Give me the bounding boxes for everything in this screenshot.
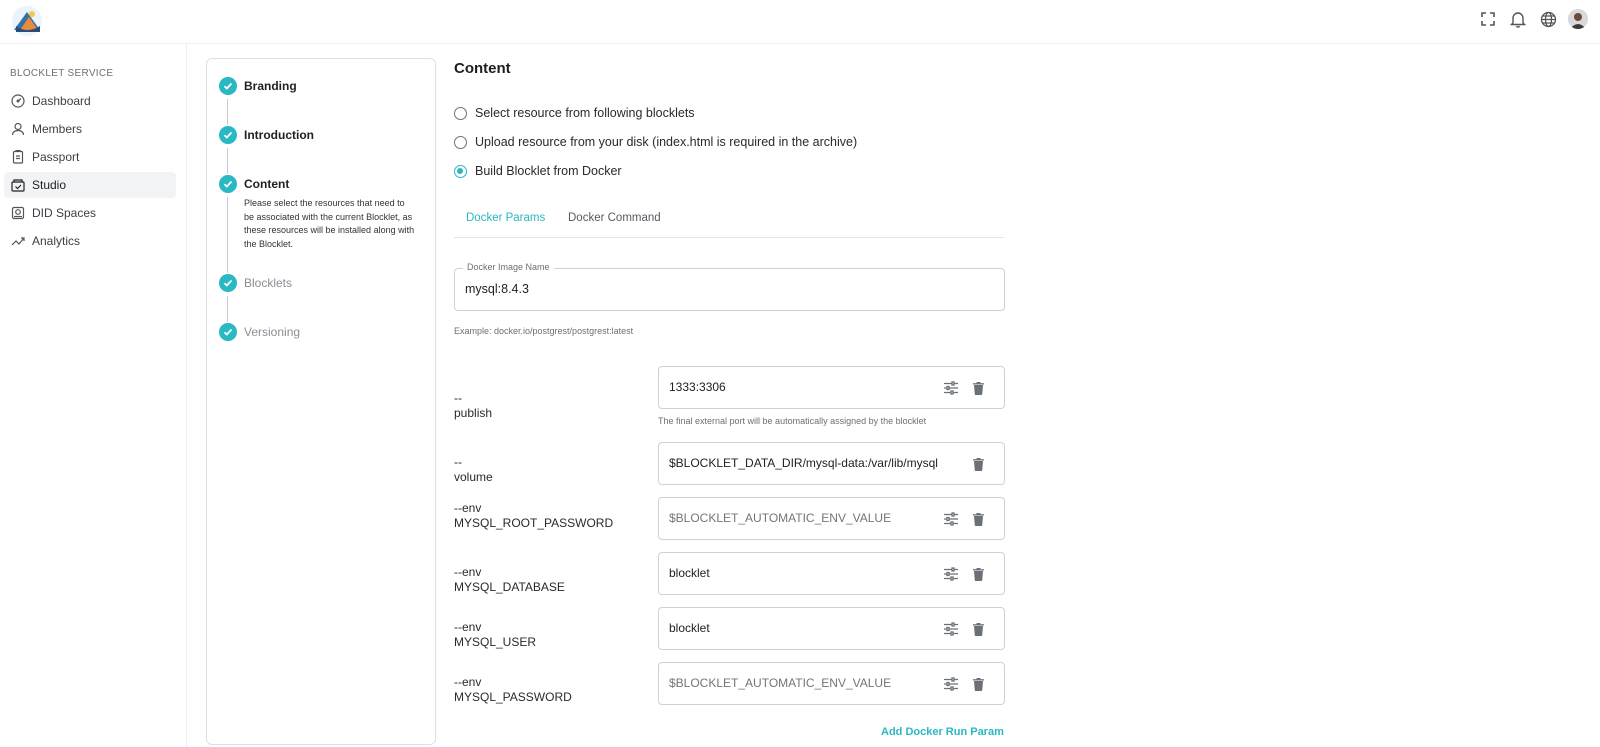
param-label-database: --env MYSQL_DATABASE (454, 565, 565, 594)
check-icon (219, 175, 237, 193)
analytics-icon (11, 234, 25, 248)
sidebar-item-label: DID Spaces (32, 206, 97, 220)
globe-icon[interactable] (1538, 9, 1558, 29)
param-field-volume[interactable] (658, 442, 1005, 485)
fullscreen-icon[interactable] (1478, 9, 1498, 29)
step-description: Please select the resources that need to… (244, 198, 415, 249)
param-field-database[interactable] (658, 552, 1005, 595)
param-input-publish[interactable] (669, 380, 949, 394)
trash-icon[interactable] (969, 379, 987, 397)
step-label: Branding (244, 79, 297, 93)
did-spaces-icon (11, 206, 25, 220)
sidebar-item-passport[interactable]: Passport (4, 144, 176, 170)
radio-button[interactable] (454, 106, 467, 120)
param-label-user: --env MYSQL_USER (454, 620, 537, 649)
param-label-root-password: --env MYSQL_ROOT_PASSWORD (454, 501, 614, 530)
param-field-user[interactable] (658, 607, 1005, 650)
step-label: Content (244, 177, 290, 191)
radio-button[interactable] (454, 135, 467, 149)
publish-helper-text: The final external port will be automati… (658, 416, 927, 426)
sidebar-item-label: Passport (32, 150, 80, 164)
dashboard-icon (11, 94, 25, 108)
param-input-user[interactable] (669, 621, 949, 635)
settings-sliders-icon[interactable] (942, 620, 960, 638)
passport-icon (11, 150, 25, 164)
bell-icon[interactable] (1508, 9, 1528, 29)
param-label-password: --env MYSQL_PASSWORD (454, 675, 572, 704)
blocklet-logo[interactable] (10, 4, 44, 38)
add-docker-run-param-button[interactable]: Add Docker Run Param (881, 726, 1004, 738)
docker-image-field[interactable]: Docker Image Name (454, 262, 1005, 311)
sidebar-item-did-spaces[interactable]: DID Spaces (4, 200, 176, 226)
sidebar-item-analytics[interactable]: Analytics (4, 228, 176, 254)
user-icon (11, 122, 25, 136)
option-label: Upload resource from your disk (index.ht… (475, 135, 858, 149)
check-icon (219, 323, 237, 341)
step-label: Versioning (244, 325, 301, 339)
sidebar-nav: Dashboard Members Passport Studio DID Sp… (4, 88, 176, 256)
field-label: Docker Image Name (463, 262, 554, 272)
trash-icon[interactable] (969, 565, 987, 583)
sidebar: BLOCKLET SERVICE Dashboard Members Passp… (0, 44, 187, 747)
sidebar-item-members[interactable]: Members (4, 116, 176, 142)
step-connector (227, 296, 228, 322)
param-input-password[interactable] (669, 676, 949, 690)
page-title: Content (454, 60, 511, 77)
step-connector (227, 197, 228, 273)
step-label: Blocklets (244, 276, 293, 290)
trash-icon[interactable] (969, 455, 987, 473)
param-input-root-password[interactable] (669, 511, 949, 525)
option-label: Build Blocklet from Docker (475, 164, 622, 178)
top-bar (0, 0, 1600, 44)
sidebar-item-label: Members (32, 122, 83, 136)
sidebar-item-label: Studio (32, 178, 67, 192)
studio-icon (11, 178, 25, 192)
settings-sliders-icon[interactable] (942, 565, 960, 583)
step-label: Introduction (244, 128, 314, 142)
option-label: Select resource from following blocklets (475, 106, 695, 120)
tab-docker-params[interactable]: Docker Params (466, 212, 545, 224)
settings-sliders-icon[interactable] (942, 510, 960, 528)
option-select-blocklets[interactable]: Select resource from following blocklets (454, 106, 695, 120)
tab-docker-command[interactable]: Docker Command (568, 212, 661, 224)
stepper: Branding Introduction Content Please sel… (206, 58, 436, 745)
docker-image-hint: Example: docker.io/postgrest/postgrest:l… (454, 326, 634, 336)
settings-sliders-icon[interactable] (942, 675, 960, 693)
param-field-publish[interactable] (658, 366, 1005, 409)
param-label-volume: --volume (454, 455, 493, 484)
param-label-publish: --publish (454, 391, 493, 420)
step-connector (227, 99, 228, 125)
param-input-volume[interactable] (669, 456, 969, 470)
param-field-password[interactable] (658, 662, 1005, 705)
param-input-database[interactable] (669, 566, 949, 580)
docker-image-input[interactable] (465, 282, 985, 296)
step-connector (227, 148, 228, 174)
option-upload-disk[interactable]: Upload resource from your disk (index.ht… (454, 135, 857, 149)
avatar[interactable] (1568, 9, 1588, 29)
check-icon (219, 126, 237, 144)
check-icon (219, 77, 237, 95)
trash-icon[interactable] (969, 510, 987, 528)
docker-tabs: Docker Params Docker Command (454, 206, 1004, 238)
sidebar-item-dashboard[interactable]: Dashboard (4, 88, 176, 114)
trash-icon[interactable] (969, 620, 987, 638)
sidebar-item-label: Analytics (32, 234, 81, 248)
settings-sliders-icon[interactable] (942, 379, 960, 397)
sidebar-item-label: Dashboard (32, 94, 91, 108)
check-icon (219, 274, 237, 292)
trash-icon[interactable] (969, 675, 987, 693)
option-build-docker[interactable]: Build Blocklet from Docker (454, 164, 622, 178)
sidebar-heading: BLOCKLET SERVICE (10, 68, 114, 79)
sidebar-item-studio[interactable]: Studio (4, 172, 176, 198)
param-field-root-password[interactable] (658, 497, 1005, 540)
radio-button-checked[interactable] (454, 164, 467, 178)
